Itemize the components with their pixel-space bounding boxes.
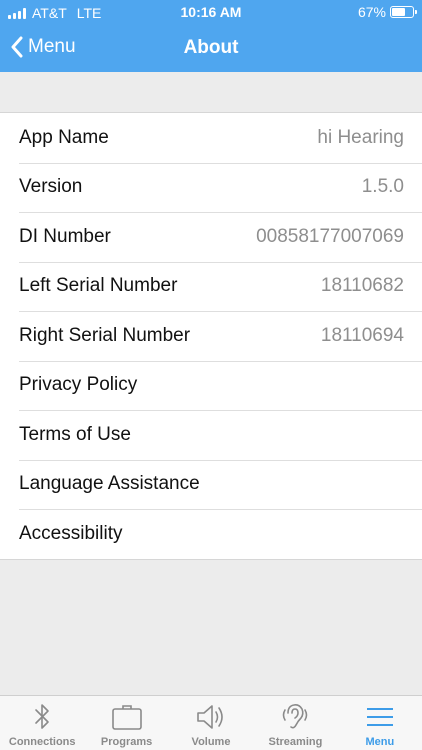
row-label: DI Number — [19, 225, 111, 247]
row-label: Privacy Policy — [19, 374, 138, 396]
terms-of-use-link[interactable]: Terms of Use — [0, 410, 422, 460]
hamburger-menu-icon — [366, 708, 393, 726]
speaker-icon — [197, 705, 223, 729]
about-row-di-number: DI Number 00858177007069 — [0, 212, 422, 262]
row-label: Left Serial Number — [19, 275, 178, 297]
tab-connections[interactable]: Connections — [0, 696, 84, 750]
tab-label: Volume — [191, 736, 231, 748]
row-label: Version — [19, 176, 83, 198]
about-row-app-name: App Name hi Hearing — [0, 113, 422, 163]
about-row-right-serial: Right Serial Number 18110694 — [0, 311, 422, 361]
row-label: Accessibility — [19, 522, 123, 544]
tab-menu[interactable]: Menu — [338, 696, 422, 750]
tab-bar: Connections Programs Volume Streaming Me… — [0, 695, 422, 750]
tab-programs[interactable]: Programs — [84, 696, 168, 750]
bluetooth-icon — [35, 704, 50, 729]
page-title: About — [183, 37, 239, 58]
about-list: App Name hi Hearing Version 1.5.0 DI Num… — [0, 112, 422, 560]
battery-fill — [392, 8, 406, 16]
tab-label: Streaming — [268, 736, 323, 748]
row-label: App Name — [19, 126, 109, 148]
about-row-left-serial: Left Serial Number 18110682 — [0, 261, 422, 312]
tab-label: Programs — [100, 736, 153, 748]
header-bar: AT&T LTE 10:16 AM 67% Menu About — [0, 0, 422, 72]
row-value: 18110682 — [320, 275, 404, 297]
tab-label: Connections — [8, 736, 76, 748]
battery-icon — [390, 6, 417, 18]
tab-streaming[interactable]: Streaming — [253, 696, 337, 750]
row-value: 00858177007069 — [256, 225, 404, 247]
briefcase-icon — [111, 705, 142, 730]
status-bar: AT&T LTE 10:16 AM 67% — [0, 0, 422, 24]
row-value: hi Hearing — [317, 126, 404, 148]
row-value: 18110694 — [320, 324, 404, 346]
ear-icon — [283, 704, 308, 729]
privacy-policy-link[interactable]: Privacy Policy — [0, 360, 422, 411]
navigation-bar: Menu About — [0, 24, 422, 72]
row-label: Right Serial Number — [19, 324, 191, 346]
status-right: 67% — [357, 4, 417, 20]
row-label: Language Assistance — [19, 473, 200, 495]
row-label: Terms of Use — [19, 423, 131, 445]
about-row-version: Version 1.5.0 — [0, 162, 422, 213]
battery-percent: 67% — [357, 4, 386, 20]
tab-label: Menu — [365, 736, 395, 748]
accessibility-link[interactable]: Accessibility — [0, 509, 422, 559]
language-assistance-link[interactable]: Language Assistance — [0, 459, 422, 510]
row-value: 1.5.0 — [361, 176, 404, 198]
tab-volume[interactable]: Volume — [169, 696, 253, 750]
